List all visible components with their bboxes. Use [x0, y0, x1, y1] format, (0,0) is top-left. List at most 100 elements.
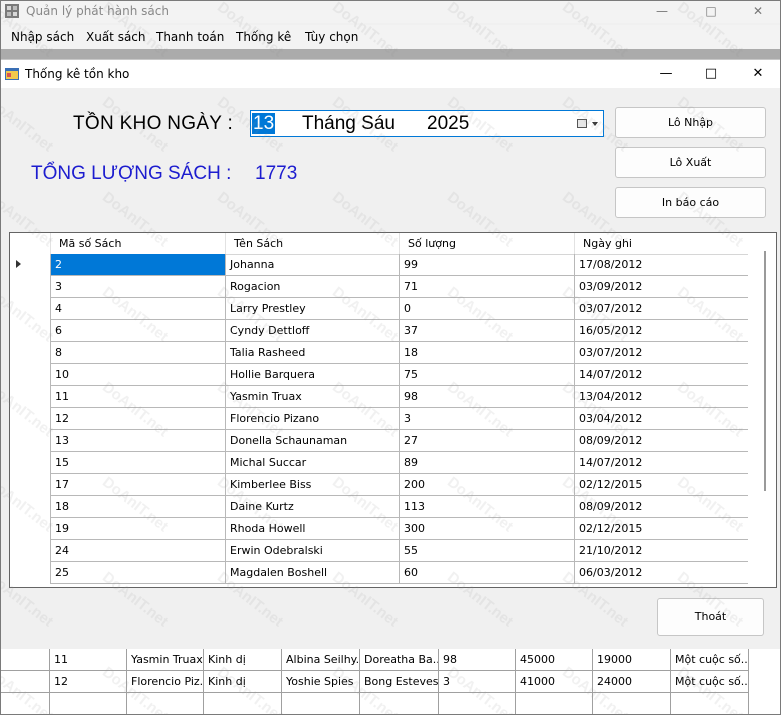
- cell-ma-so[interactable]: 13: [51, 430, 226, 452]
- cell-ngay-ghi[interactable]: 02/12/2015: [575, 474, 750, 496]
- cell-ten-sach[interactable]: Talia Rasheed: [226, 342, 400, 364]
- date-picker[interactable]: 13 Tháng Sáu 2025: [250, 110, 604, 137]
- calendar-icon[interactable]: [577, 119, 587, 128]
- col-header-ten-sach[interactable]: Tên Sách: [226, 233, 400, 254]
- maximize-button[interactable]: □: [694, 1, 728, 23]
- row-header[interactable]: [10, 320, 51, 342]
- row-header[interactable]: [10, 496, 51, 518]
- menu-thanh-toan[interactable]: Thanh toán: [156, 30, 224, 44]
- row-header[interactable]: [10, 452, 51, 474]
- lo-xuat-button[interactable]: Lô Xuất: [615, 147, 766, 178]
- cell-ngay-ghi[interactable]: 08/09/2012: [575, 496, 750, 518]
- table-row[interactable]: 13 Donella Schaunaman 27 08/09/2012: [10, 430, 750, 452]
- cell-so-luong[interactable]: 71: [400, 276, 575, 298]
- in-bao-cao-button[interactable]: In báo cáo: [615, 187, 766, 218]
- cell-ma-so[interactable]: 18: [51, 496, 226, 518]
- thoat-button[interactable]: Thoát: [657, 598, 764, 636]
- cell-ngay-ghi[interactable]: 13/04/2012: [575, 386, 750, 408]
- cell-ma-so[interactable]: 10: [51, 364, 226, 386]
- cell-so-luong[interactable]: 55: [400, 540, 575, 562]
- row-header[interactable]: [10, 540, 51, 562]
- cell-ma-so[interactable]: 12: [51, 408, 226, 430]
- cell-so-luong[interactable]: 113: [400, 496, 575, 518]
- cell-ma-so[interactable]: 24: [51, 540, 226, 562]
- row-header[interactable]: [10, 364, 51, 386]
- menu-nhap-sach[interactable]: Nhập sách: [11, 30, 74, 44]
- cell-ma-so[interactable]: 19: [51, 518, 226, 540]
- table-row[interactable]: 2 Johanna 99 17/08/2012: [10, 254, 750, 276]
- minimize-button[interactable]: —: [645, 1, 679, 23]
- cell-so-luong[interactable]: 200: [400, 474, 575, 496]
- row-header[interactable]: [10, 254, 51, 276]
- table-row[interactable]: 25 Magdalen Boshell 60 06/03/2012: [10, 562, 750, 584]
- child-maximize-button[interactable]: □: [691, 63, 731, 85]
- cell-ten-sach[interactable]: Erwin Odebralski: [226, 540, 400, 562]
- cell-ma-so[interactable]: 6: [51, 320, 226, 342]
- row-header[interactable]: [10, 408, 51, 430]
- date-month[interactable]: Tháng Sáu: [302, 113, 395, 134]
- grid-vertical-scrollbar[interactable]: [748, 233, 776, 587]
- cell-ngay-ghi[interactable]: 02/12/2015: [575, 518, 750, 540]
- table-row[interactable]: 24 Erwin Odebralski 55 21/10/2012: [10, 540, 750, 562]
- row-header[interactable]: [10, 276, 51, 298]
- row-header[interactable]: [10, 562, 51, 584]
- cell-so-luong[interactable]: 0: [400, 298, 575, 320]
- cell-so-luong[interactable]: 37: [400, 320, 575, 342]
- col-header-so-luong[interactable]: Số lượng: [400, 233, 575, 254]
- row-header[interactable]: [10, 430, 51, 452]
- cell-ten-sach[interactable]: Rogacion: [226, 276, 400, 298]
- table-row[interactable]: 11 Yasmin Truax 98 13/04/2012: [10, 386, 750, 408]
- cell-ngay-ghi[interactable]: 21/10/2012: [575, 540, 750, 562]
- col-header-ma-so[interactable]: Mã số Sách: [51, 233, 226, 254]
- cell-ma-so[interactable]: 17: [51, 474, 226, 496]
- dropdown-arrow-icon[interactable]: [592, 122, 598, 126]
- cell-so-luong[interactable]: 75: [400, 364, 575, 386]
- cell-ma-so[interactable]: 8: [51, 342, 226, 364]
- cell-ngay-ghi[interactable]: 14/07/2012: [575, 364, 750, 386]
- table-row[interactable]: 6 Cyndy Dettloff 37 16/05/2012: [10, 320, 750, 342]
- row-header[interactable]: [10, 518, 51, 540]
- cell-ten-sach[interactable]: Michal Succar: [226, 452, 400, 474]
- col-header-ngay-ghi[interactable]: Ngày ghi: [575, 233, 750, 254]
- cell-ngay-ghi[interactable]: 03/04/2012: [575, 408, 750, 430]
- table-row[interactable]: 8 Talia Rasheed 18 03/07/2012: [10, 342, 750, 364]
- cell-so-luong[interactable]: 18: [400, 342, 575, 364]
- date-day[interactable]: 13: [252, 113, 276, 134]
- cell-ten-sach[interactable]: Yasmin Truax: [226, 386, 400, 408]
- cell-ten-sach[interactable]: Daine Kurtz: [226, 496, 400, 518]
- cell-ten-sach[interactable]: Donella Schaunaman: [226, 430, 400, 452]
- row-header[interactable]: [10, 386, 51, 408]
- cell-so-luong[interactable]: 60: [400, 562, 575, 584]
- cell-ten-sach[interactable]: Magdalen Boshell: [226, 562, 400, 584]
- cell-ten-sach[interactable]: Johanna: [226, 254, 400, 276]
- cell-so-luong[interactable]: 3: [400, 408, 575, 430]
- scrollbar-thumb[interactable]: [764, 251, 766, 491]
- cell-ma-so[interactable]: 2: [51, 254, 226, 276]
- table-row[interactable]: 12 Florencio Pizano 3 03/04/2012: [10, 408, 750, 430]
- cell-ten-sach[interactable]: Florencio Pizano: [226, 408, 400, 430]
- cell-ngay-ghi[interactable]: 06/03/2012: [575, 562, 750, 584]
- date-year[interactable]: 2025: [427, 113, 469, 134]
- table-row[interactable]: 19 Rhoda Howell 300 02/12/2015: [10, 518, 750, 540]
- cell-ngay-ghi[interactable]: 17/08/2012: [575, 254, 750, 276]
- menu-xuat-sach[interactable]: Xuất sách: [86, 30, 146, 44]
- cell-ngay-ghi[interactable]: 16/05/2012: [575, 320, 750, 342]
- row-header[interactable]: [10, 342, 51, 364]
- cell-ten-sach[interactable]: Larry Prestley: [226, 298, 400, 320]
- table-row[interactable]: 17 Kimberlee Biss 200 02/12/2015: [10, 474, 750, 496]
- cell-ten-sach[interactable]: Rhoda Howell: [226, 518, 400, 540]
- table-row[interactable]: 4 Larry Prestley 0 03/07/2012: [10, 298, 750, 320]
- cell-ma-so[interactable]: 11: [51, 386, 226, 408]
- cell-ngay-ghi[interactable]: 03/07/2012: [575, 298, 750, 320]
- table-row[interactable]: 3 Rogacion 71 03/09/2012: [10, 276, 750, 298]
- row-header[interactable]: [10, 298, 51, 320]
- child-close-button[interactable]: ✕: [738, 63, 778, 85]
- cell-ngay-ghi[interactable]: 14/07/2012: [575, 452, 750, 474]
- cell-ngay-ghi[interactable]: 03/09/2012: [575, 276, 750, 298]
- cell-so-luong[interactable]: 300: [400, 518, 575, 540]
- child-minimize-button[interactable]: —: [646, 63, 686, 85]
- cell-ten-sach[interactable]: Kimberlee Biss: [226, 474, 400, 496]
- cell-ten-sach[interactable]: Hollie Barquera: [226, 364, 400, 386]
- cell-so-luong[interactable]: 89: [400, 452, 575, 474]
- menu-thong-ke[interactable]: Thống kê: [236, 30, 291, 44]
